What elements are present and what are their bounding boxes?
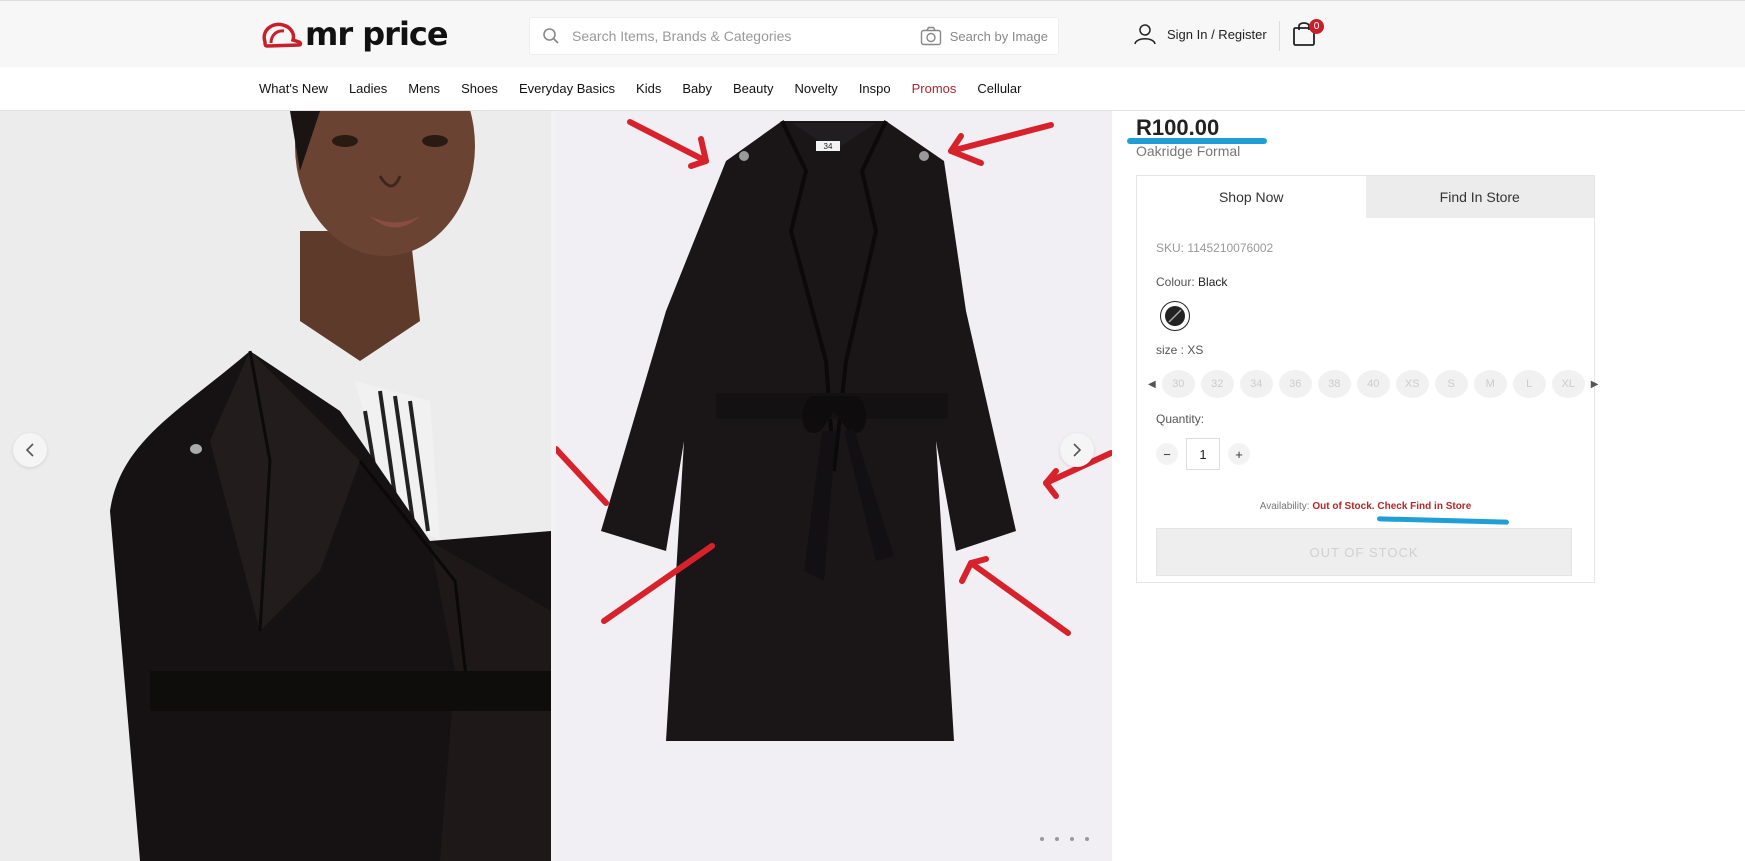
coat-illustration: 34 bbox=[556, 119, 1112, 741]
nav-item-shoes[interactable]: Shoes bbox=[461, 81, 498, 96]
availability-annotation-underline bbox=[1376, 516, 1510, 525]
out-of-stock-button[interactable]: OUT OF STOCK bbox=[1156, 528, 1572, 576]
search-by-image-label: Search by Image bbox=[949, 28, 1048, 44]
model-illustration bbox=[0, 111, 551, 861]
colour-swatch-black[interactable] bbox=[1160, 301, 1190, 331]
gallery-dot[interactable] bbox=[1085, 837, 1089, 841]
purchase-tabs: Shop Now Find In Store bbox=[1137, 176, 1594, 218]
product-sku: SKU: 1145210076002 bbox=[1156, 241, 1274, 255]
cap-logo-icon bbox=[262, 22, 303, 48]
chevron-right-icon bbox=[1073, 443, 1082, 457]
cart-button[interactable]: 0 bbox=[1292, 19, 1324, 51]
header-divider bbox=[1279, 21, 1280, 51]
gallery-dot[interactable] bbox=[1055, 837, 1059, 841]
nav-item-ladies[interactable]: Ladies bbox=[349, 81, 387, 96]
nav-item-beauty[interactable]: Beauty bbox=[733, 81, 773, 96]
quantity-stepper: − 1 + bbox=[1156, 438, 1250, 470]
size-option[interactable]: 40 bbox=[1356, 370, 1390, 398]
nav-item-novelty[interactable]: Novelty bbox=[794, 81, 837, 96]
nav-item-everyday-basics[interactable]: Everyday Basics bbox=[519, 81, 615, 96]
gallery-next-button[interactable] bbox=[1060, 433, 1094, 467]
product-image-gallery: 34 bbox=[0, 111, 1112, 861]
search-input[interactable] bbox=[572, 28, 922, 44]
tab-find-in-store[interactable]: Find In Store bbox=[1365, 176, 1594, 218]
size-label: size : XS bbox=[1156, 343, 1203, 357]
black-swatch-icon bbox=[1165, 306, 1185, 326]
size-option[interactable]: XS bbox=[1395, 370, 1429, 398]
tab-shop-now[interactable]: Shop Now bbox=[1137, 176, 1366, 218]
nav-item-whats-new[interactable]: What's New bbox=[259, 81, 328, 96]
cart-count-badge: 0 bbox=[1309, 19, 1324, 34]
quantity-label: Quantity: bbox=[1156, 412, 1205, 426]
availability-status: Out of Stock. bbox=[1312, 501, 1375, 512]
colour-value: Black bbox=[1198, 275, 1228, 289]
colour-label-text: Colour: bbox=[1156, 275, 1195, 289]
availability-label: Availability: bbox=[1259, 501, 1310, 512]
size-option[interactable]: 38 bbox=[1317, 370, 1351, 398]
search-bar: Search by Image bbox=[529, 17, 1059, 55]
size-option[interactable]: L bbox=[1512, 370, 1546, 398]
colour-label: Colour: Black bbox=[1156, 275, 1227, 289]
size-option[interactable]: 34 bbox=[1239, 370, 1273, 398]
top-header: mr price Search by Image Sign In / Regis… bbox=[0, 0, 1745, 67]
size-option[interactable]: XL bbox=[1551, 370, 1585, 398]
check-find-in-store-link[interactable]: Check Find in Store bbox=[1377, 501, 1471, 512]
size-label-text: size : bbox=[1156, 343, 1185, 357]
size-option[interactable]: S bbox=[1434, 370, 1468, 398]
gallery-prev-button[interactable] bbox=[13, 433, 47, 467]
nav-item-promos[interactable]: Promos bbox=[912, 81, 957, 96]
quantity-decrease-button[interactable]: − bbox=[1156, 443, 1178, 465]
quantity-increase-button[interactable]: + bbox=[1228, 443, 1250, 465]
nav-item-baby[interactable]: Baby bbox=[682, 81, 712, 96]
model-photo bbox=[0, 111, 551, 861]
coat-flatlay-photo: 34 bbox=[556, 111, 1112, 861]
user-icon bbox=[1134, 24, 1156, 45]
nav-item-kids[interactable]: Kids bbox=[636, 81, 661, 96]
size-option[interactable]: 32 bbox=[1200, 370, 1234, 398]
account-label: Sign In / Register bbox=[1167, 26, 1267, 42]
size-scroll-left-icon[interactable]: ◀ bbox=[1148, 379, 1156, 390]
garment-size-tag: 34 bbox=[824, 142, 833, 151]
size-option[interactable]: 36 bbox=[1278, 370, 1312, 398]
size-scroll-right-icon[interactable]: ▶ bbox=[1591, 379, 1599, 390]
logo[interactable]: mr price bbox=[259, 15, 449, 53]
nav-item-inspo[interactable]: Inspo bbox=[859, 81, 891, 96]
size-option[interactable]: M bbox=[1473, 370, 1507, 398]
size-selector: ◀ 30 32 34 36 38 40 XS S M L XL ▶ bbox=[1142, 370, 1604, 398]
quantity-value[interactable]: 1 bbox=[1186, 438, 1220, 470]
availability-line: Availability: Out of Stock. Check Find i… bbox=[1137, 501, 1594, 512]
gallery-dot[interactable] bbox=[1070, 837, 1074, 841]
sign-in-register-link[interactable]: Sign In / Register bbox=[1133, 23, 1267, 45]
search-by-image-button[interactable]: Search by Image bbox=[920, 26, 1048, 46]
nav-item-mens[interactable]: Mens bbox=[408, 81, 440, 96]
nav-item-cellular[interactable]: Cellular bbox=[977, 81, 1021, 96]
size-value: XS bbox=[1187, 343, 1204, 357]
gallery-pagination-dots bbox=[1040, 837, 1100, 841]
gallery-dot[interactable] bbox=[1040, 837, 1044, 841]
camera-icon bbox=[920, 26, 941, 46]
product-info: R100.00 Oakridge Formal Shop Now Find In… bbox=[1112, 111, 1745, 861]
size-option[interactable]: 30 bbox=[1161, 370, 1195, 398]
purchase-panel: Shop Now Find In Store SKU: 114521007600… bbox=[1136, 175, 1598, 583]
logo-text: mr price bbox=[305, 15, 449, 53]
product-name: Oakridge Formal bbox=[1136, 143, 1241, 159]
main-navigation: What's New Ladies Mens Shoes Everyday Ba… bbox=[0, 67, 1745, 111]
chevron-left-icon bbox=[25, 443, 34, 457]
search-icon[interactable] bbox=[542, 27, 560, 45]
